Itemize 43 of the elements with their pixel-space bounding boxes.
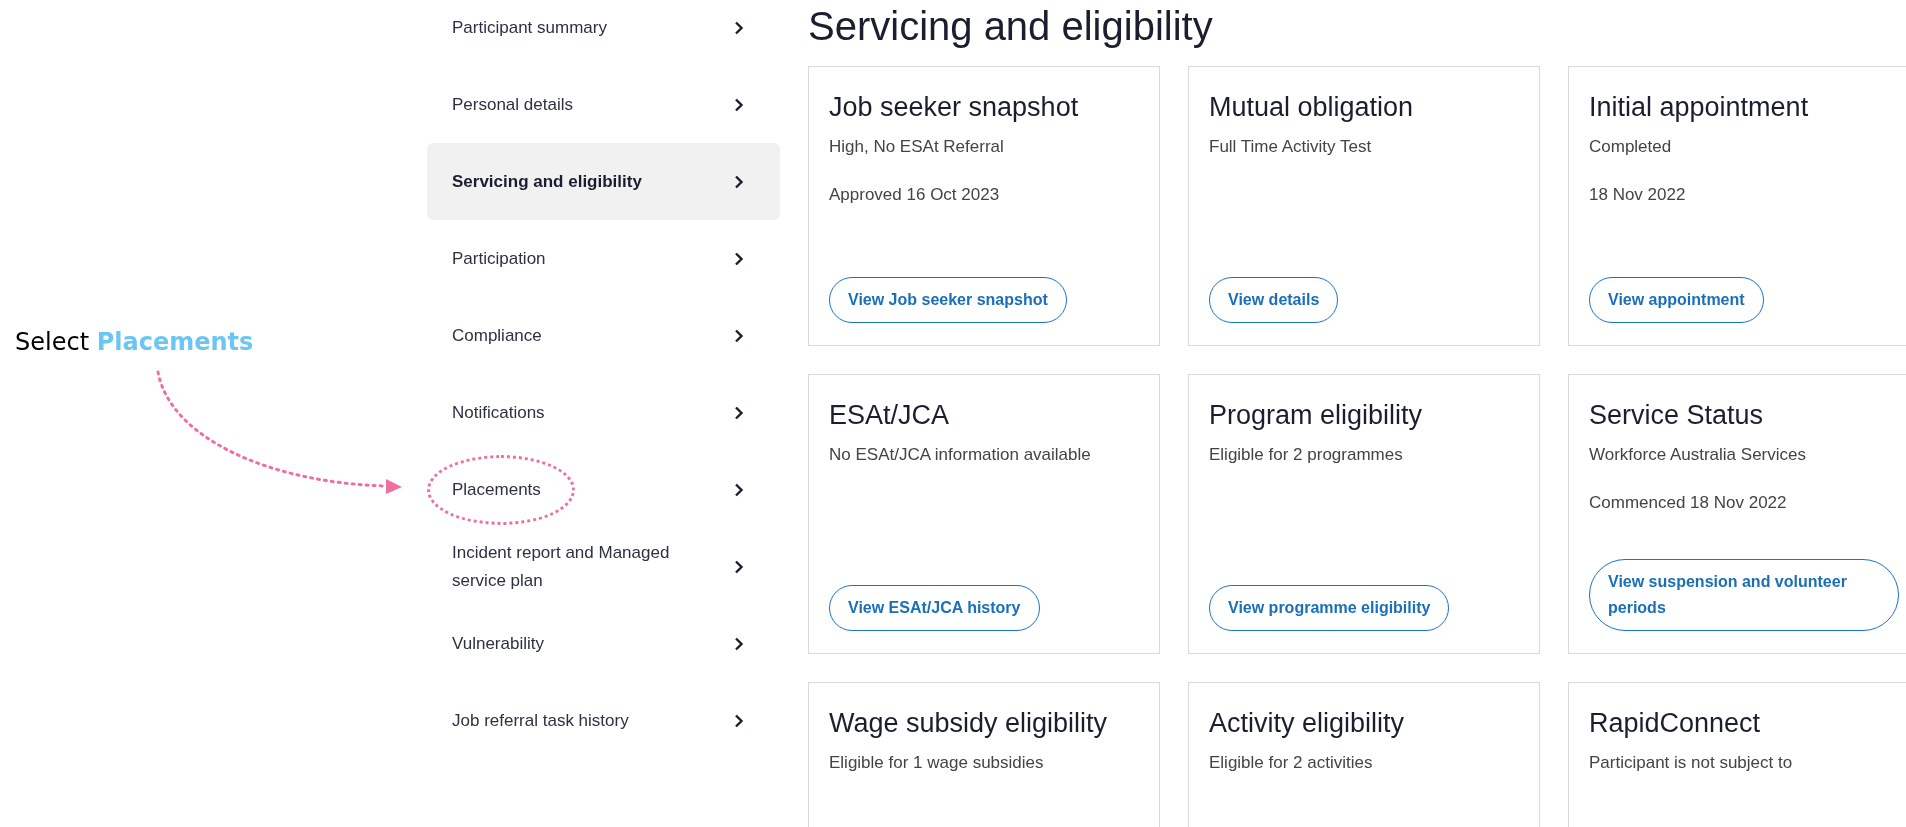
card-text: Workforce Australia Services	[1589, 444, 1807, 466]
page-title: Servicing and eligibility	[808, 3, 1214, 50]
card-text: Completed	[1589, 136, 1673, 158]
card-text: Eligible for 2 programmes	[1209, 444, 1404, 466]
card-text: Commenced 18 Nov 2022	[1589, 492, 1788, 514]
card-title: Service Status	[1589, 399, 1765, 432]
annotation-text: Select Placements	[15, 327, 254, 358]
chevron-right-icon	[734, 251, 744, 266]
sidebar-item[interactable]: Participation	[427, 220, 780, 297]
sidebar-item[interactable]: Job referral task history	[427, 682, 780, 759]
card-title: Wage subsidy eligibility	[829, 707, 1109, 740]
card-text: Participant is not subject to	[1589, 752, 1794, 774]
card-text: Eligible for 2 activities	[1209, 752, 1374, 774]
card-text: No ESAt/JCA information available	[829, 444, 1092, 466]
card-title: Activity eligibility	[1209, 707, 1406, 740]
chevron-right-icon	[734, 482, 744, 497]
sidebar-item[interactable]: Incident report and Managed service plan	[427, 528, 780, 605]
chevron-right-icon	[734, 328, 744, 343]
sidebar-item[interactable]: Placements	[427, 451, 780, 528]
card-text: 18 Nov 2022	[1589, 184, 1687, 206]
chevron-right-icon	[734, 405, 744, 420]
card-title: Mutual obligation	[1209, 91, 1415, 124]
card-title: RapidConnect	[1589, 707, 1762, 740]
sidebar-item[interactable]: Personal details	[427, 66, 780, 143]
sidebar-item[interactable]: Compliance	[427, 297, 780, 374]
card-text: Eligible for 1 wage subsidies	[829, 752, 1045, 774]
card-text: Full Time Activity Test	[1209, 136, 1373, 158]
chevron-right-icon	[734, 174, 744, 189]
sidebar-item[interactable]: Participant summary	[427, 0, 780, 66]
chevron-right-icon	[734, 20, 744, 35]
card-title: Job seeker snapshot	[829, 91, 1080, 124]
chevron-right-icon	[734, 713, 744, 728]
chevron-right-icon	[734, 97, 744, 112]
sidebar-item[interactable]: Servicing and eligibility	[427, 143, 780, 220]
card-title: Initial appointment	[1589, 91, 1810, 124]
chevron-right-icon	[734, 559, 744, 574]
sidebar-item[interactable]: Vulnerability	[427, 605, 780, 682]
chevron-right-icon	[734, 636, 744, 651]
sidebar-item[interactable]: Notifications	[427, 374, 780, 451]
card-text: High, No ESAt Referral	[829, 136, 1005, 158]
card-text: Approved 16 Oct 2023	[829, 184, 1001, 206]
card-title: Program eligibility	[1209, 399, 1424, 432]
card-title: ESAt/JCA	[829, 399, 951, 432]
